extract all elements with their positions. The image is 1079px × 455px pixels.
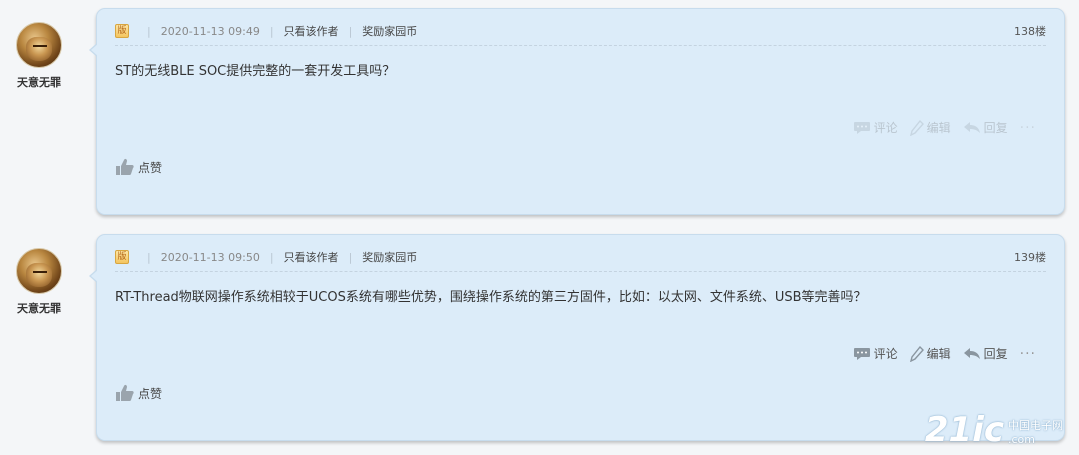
only-author-link[interactable]: 只看该作者 (284, 23, 339, 39)
reply-label: 回复 (983, 347, 1008, 361)
reply-arrow-icon (963, 348, 980, 359)
reply-arrow-icon (963, 122, 980, 133)
only-author-link[interactable]: 只看该作者 (284, 249, 339, 265)
watermark-cn: 中国电子网 (1008, 419, 1063, 432)
thumbs-up-icon (116, 158, 134, 175)
thumbs-up-icon (116, 384, 134, 401)
separator: | (269, 250, 274, 264)
like-button[interactable]: 点赞 (115, 158, 162, 176)
floor-number: 139楼 (1014, 251, 1046, 264)
reward-link[interactable]: 奖励家园币 (362, 23, 417, 39)
author-name[interactable]: 天意无罪 (8, 300, 70, 316)
comment-button[interactable]: 评论 (853, 119, 898, 136)
post-138: 天意无罪 版 | 2020-11-13 09:49 | 只看该作者 | 奖励家园… (0, 0, 1079, 225)
separator: | (147, 250, 151, 264)
post-author: 天意无罪 (8, 248, 70, 316)
comment-icon (853, 122, 870, 134)
more-options-icon[interactable]: ··· (1020, 346, 1036, 362)
separator: | (348, 24, 353, 38)
comment-label: 评论 (873, 121, 898, 135)
post-bubble: 版 | 2020-11-13 09:50 | 只看该作者 | 奖励家园币 139… (89, 234, 1065, 441)
edit-label: 编辑 (926, 347, 951, 361)
separator: | (147, 24, 151, 38)
like-label: 点赞 (138, 386, 163, 401)
pencil-icon (909, 119, 924, 136)
comment-button[interactable]: 评论 (853, 345, 898, 362)
like-label: 点赞 (138, 160, 163, 175)
watermark-side: 中国电子网 .com (1008, 419, 1063, 447)
post-actions: 评论 编辑 回复 ··· (841, 119, 1036, 136)
author-name[interactable]: 天意无罪 (8, 74, 70, 90)
meta-divider (115, 271, 1046, 272)
comment-label: 评论 (873, 347, 898, 361)
edit-button[interactable]: 编辑 (909, 119, 951, 136)
avatar[interactable] (16, 248, 62, 294)
meta-divider (115, 45, 1046, 46)
watermark-domain: .com (1008, 433, 1035, 446)
post-139: 天意无罪 版 | 2020-11-13 09:50 | 只看该作者 | 奖励家园… (0, 226, 1079, 455)
post-meta: 版 | 2020-11-13 09:50 | 只看该作者 | 奖励家园币 139… (115, 249, 1046, 265)
more-options-icon[interactable]: ··· (1020, 120, 1036, 136)
like-button[interactable]: 点赞 (115, 384, 162, 402)
post-actions: 评论 编辑 回复 ··· (841, 345, 1036, 362)
site-watermark-logo: 21ic 中国电子网 .com (925, 413, 1063, 447)
post-content: RT-Thread物联网操作系统相较于UCOS系统有哪些优势，围绕操作系统的第三… (115, 290, 867, 305)
separator: | (269, 24, 274, 38)
post-date: 2020-11-13 09:50 (160, 250, 260, 264)
pencil-icon (909, 345, 924, 362)
post-content: ST的无线BLE SOC提供完整的一套开发工具吗？ (115, 64, 396, 79)
comment-icon (853, 348, 870, 360)
moderator-badge-icon: 版 (115, 24, 129, 38)
post-meta: 版 | 2020-11-13 09:49 | 只看该作者 | 奖励家园币 138… (115, 23, 1046, 39)
post-author: 天意无罪 (8, 22, 70, 90)
post-date: 2020-11-13 09:49 (160, 24, 260, 38)
post-bubble: 版 | 2020-11-13 09:49 | 只看该作者 | 奖励家园币 138… (89, 8, 1065, 215)
floor-number: 138楼 (1014, 25, 1046, 38)
edit-label: 编辑 (926, 121, 951, 135)
separator: | (348, 250, 353, 264)
reply-button[interactable]: 回复 (963, 345, 1008, 362)
watermark-main: 21ic (924, 410, 1004, 450)
reply-label: 回复 (983, 121, 1008, 135)
edit-button[interactable]: 编辑 (909, 345, 951, 362)
moderator-badge-icon: 版 (115, 250, 129, 264)
avatar[interactable] (16, 22, 62, 68)
reward-link[interactable]: 奖励家园币 (362, 249, 417, 265)
reply-button[interactable]: 回复 (963, 119, 1008, 136)
